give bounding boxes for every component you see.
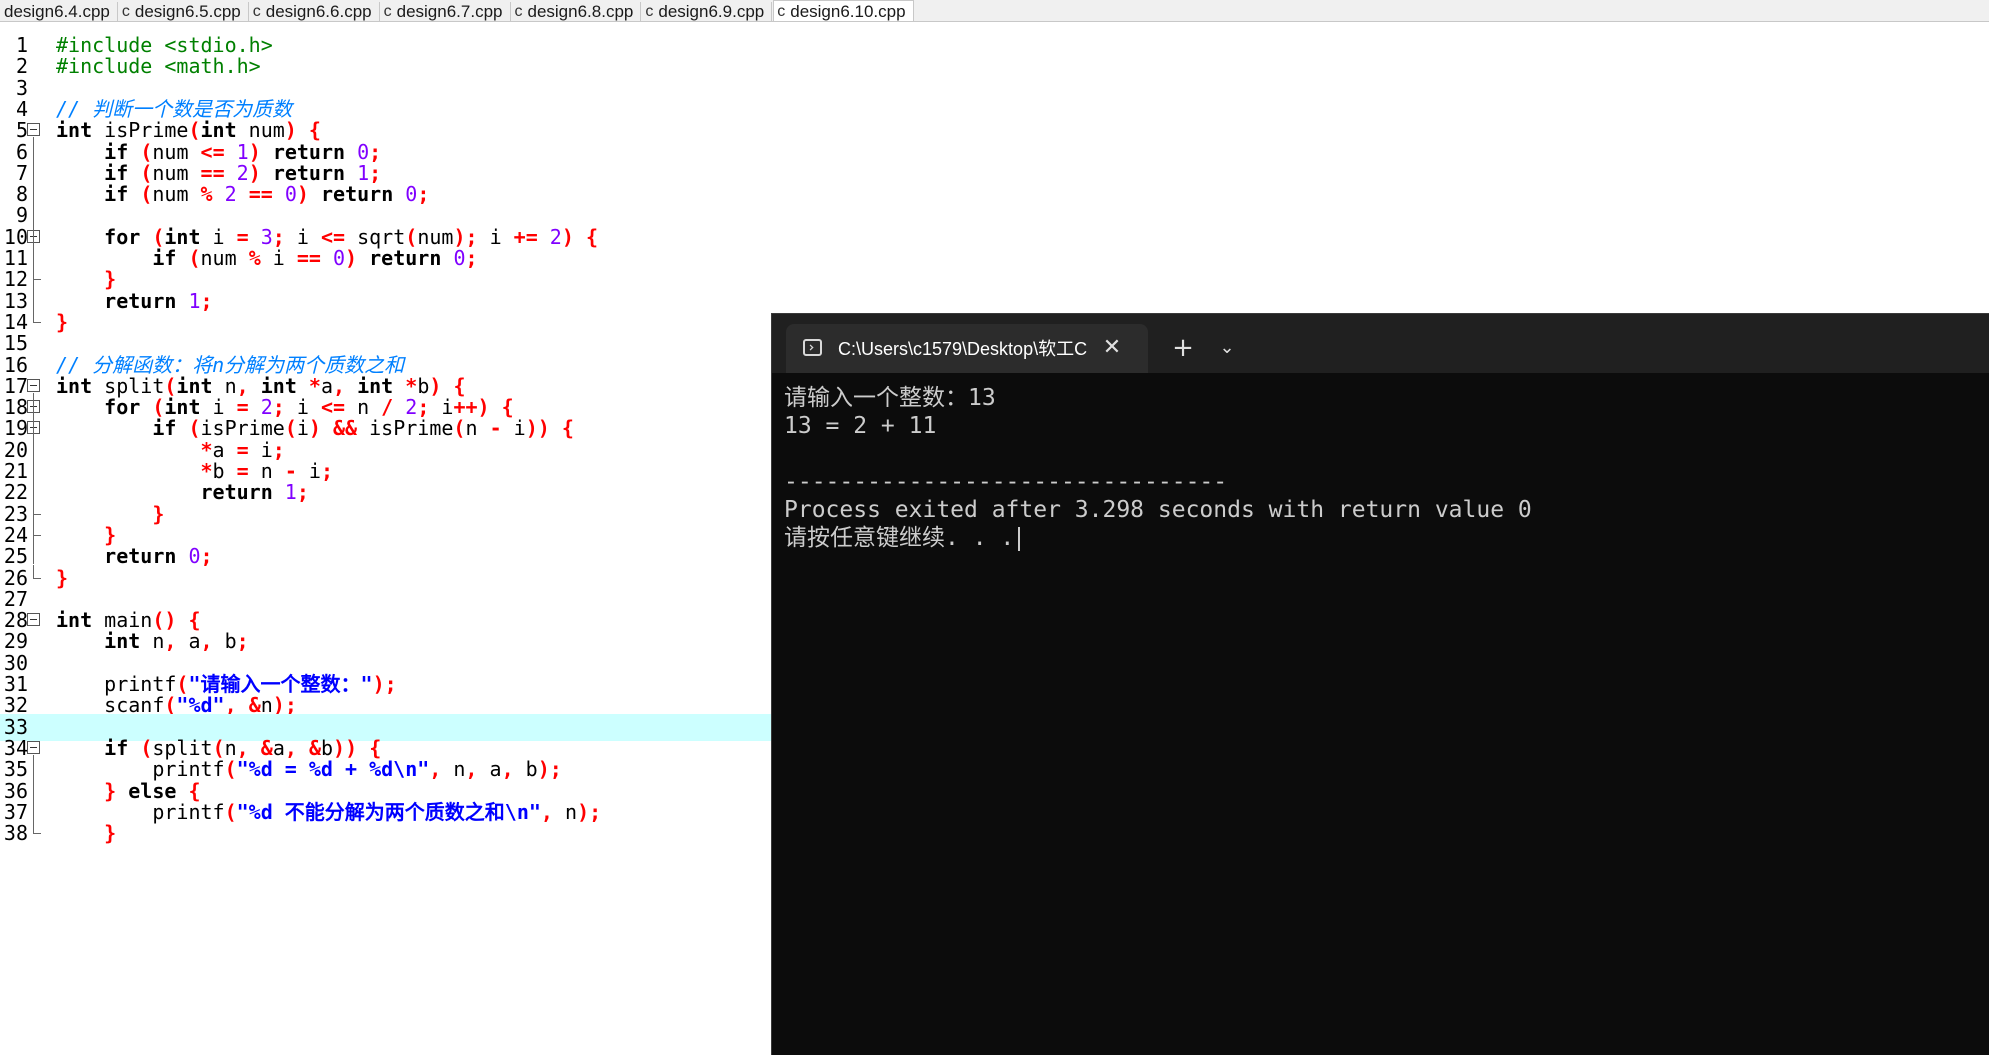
- terminal-output-text: 请按任意键继续. . .: [784, 525, 1015, 551]
- terminal-tab[interactable]: C:\Users\c1579\Desktop\软工C ✕: [786, 324, 1148, 373]
- fold-guide-line: [33, 392, 34, 565]
- fold-end-marker: [33, 266, 41, 281]
- editor-tab-bar: cdesign6.4.cppcdesign6.5.cppcdesign6.6.c…: [0, 0, 1989, 22]
- c-file-icon: c: [383, 3, 392, 20]
- terminal-output-text: --------------------------------: [784, 469, 1228, 495]
- fold-guide-line: [33, 137, 34, 309]
- terminal-output[interactable]: 请输入一个整数：13 13 = 2 + 11 -------------------…: [784, 384, 1974, 552]
- terminal-title-bar[interactable]: C:\Users\c1579\Desktop\软工C ✕ + ⌄: [772, 314, 1989, 373]
- terminal-output-text: Process exited after 3.298 seconds with …: [784, 497, 1532, 523]
- terminal-window[interactable]: C:\Users\c1579\Desktop\软工C ✕ + ⌄ 请输入一个整数…: [771, 313, 1989, 1055]
- editor-tab-label: design6.6.cpp: [265, 2, 372, 21]
- new-tab-button[interactable]: +: [1166, 331, 1200, 365]
- fold-end-marker: [33, 820, 41, 835]
- c-file-icon: c: [121, 3, 130, 20]
- terminal-output-line: 请按任意键继续. . .: [784, 524, 1974, 552]
- editor-tab[interactable]: c design6.8.cpp: [511, 2, 642, 21]
- fold-guide-line: [33, 754, 34, 821]
- terminal-icon: [803, 339, 822, 356]
- terminal-output-line: 13 = 2 + 11: [784, 412, 1974, 440]
- fold-end-marker: [33, 500, 41, 515]
- line-number: 38: [3, 821, 28, 846]
- fold-toggle-icon[interactable]: [27, 740, 40, 754]
- editor-tab-label: design6.9.cpp: [658, 2, 765, 21]
- terminal-output-line: Process exited after 3.298 seconds with …: [784, 496, 1974, 524]
- editor-tab[interactable]: c design6.7.cpp: [380, 2, 511, 21]
- editor-tab-label: design6.8.cpp: [527, 2, 634, 21]
- fold-end-marker: [33, 521, 41, 536]
- terminal-output-text: 13 = 2 + 11: [784, 413, 937, 439]
- editor-tab-label: design6.10.cpp: [790, 1, 906, 21]
- code-token: }: [104, 821, 117, 846]
- terminal-output-text: 请输入一个整数：13: [784, 385, 996, 411]
- terminal-output-line: 请输入一个整数：13: [784, 384, 1974, 412]
- editor-tab-label: design6.7.cpp: [396, 2, 503, 21]
- c-file-icon: c: [645, 3, 654, 20]
- c-file-icon: c: [777, 2, 786, 20]
- chevron-down-icon[interactable]: ⌄: [1210, 331, 1244, 365]
- c-file-icon: c: [252, 3, 261, 20]
- code-text: }: [56, 820, 116, 847]
- editor-tab[interactable]: c design6.9.cpp: [642, 2, 773, 21]
- fold-end-marker: [33, 564, 41, 579]
- fold-toggle-icon[interactable]: [27, 613, 40, 627]
- fold-end-marker: [33, 308, 41, 323]
- c-file-icon: c: [514, 3, 523, 20]
- close-icon[interactable]: ✕: [1098, 334, 1126, 362]
- editor-tab-label: design6.5.cpp: [134, 2, 241, 21]
- editor-tab-label: design6.4.cpp: [4, 2, 110, 21]
- fold-toggle-icon[interactable]: [27, 378, 40, 392]
- editor-tab[interactable]: cdesign6.4.cpp: [0, 2, 118, 21]
- terminal-output-line: --------------------------------: [784, 468, 1974, 496]
- terminal-tab-title: C:\Users\c1579\Desktop\软工C: [838, 339, 1088, 359]
- text-cursor: [1018, 526, 1021, 551]
- editor-tab[interactable]: c design6.6.cpp: [249, 2, 380, 21]
- editor-tab[interactable]: c design6.5.cpp: [118, 2, 249, 21]
- fold-toggle-icon[interactable]: [27, 123, 40, 137]
- editor-tab[interactable]: c design6.10.cpp: [773, 0, 914, 21]
